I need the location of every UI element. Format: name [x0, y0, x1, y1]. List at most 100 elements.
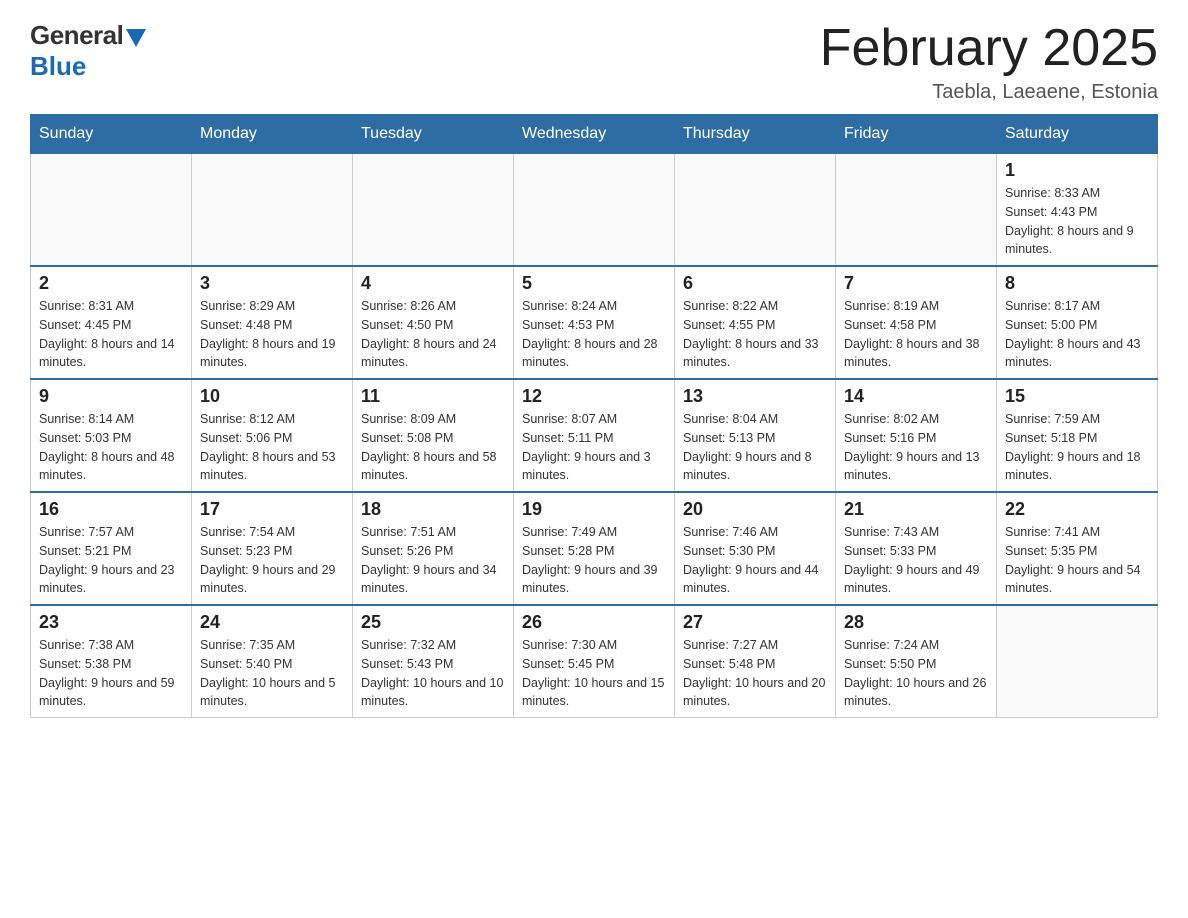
day-info: Sunrise: 7:38 AMSunset: 5:38 PMDaylight:…	[39, 636, 183, 711]
calendar-cell	[31, 154, 192, 267]
calendar-cell: 21 Sunrise: 7:43 AMSunset: 5:33 PMDayligh…	[836, 492, 997, 605]
calendar-cell: 22 Sunrise: 7:41 AMSunset: 5:35 PMDayligh…	[997, 492, 1158, 605]
weekday-header-saturday: Saturday	[997, 115, 1158, 154]
calendar-cell: 27Sunrise: 7:27 AMSunset: 5:48 PMDayligh…	[675, 605, 836, 718]
day-info: Sunrise: 8:09 AMSunset: 5:08 PMDaylight:…	[361, 410, 505, 485]
weekday-header-thursday: Thursday	[675, 115, 836, 154]
calendar-cell: 3Sunrise: 8:29 AMSunset: 4:48 PMDaylight…	[192, 266, 353, 379]
day-number: 6	[683, 273, 827, 294]
page-header: General Blue February 2025 Taebla, Laeae…	[30, 20, 1158, 104]
calendar-cell: 16 Sunrise: 7:57 AMSunset: 5:21 PMDayligh…	[31, 492, 192, 605]
calendar-cell: 15 Sunrise: 7:59 AMSunset: 5:18 PMDayligh…	[997, 379, 1158, 492]
day-number: 20	[683, 499, 827, 520]
calendar-cell: 7 Sunrise: 8:19 AMSunset: 4:58 PMDaylight…	[836, 266, 997, 379]
day-info: Sunrise: 8:12 AMSunset: 5:06 PMDaylight:…	[200, 410, 344, 485]
calendar-cell: 28 Sunrise: 7:24 AMSunset: 5:50 PMDayligh…	[836, 605, 997, 718]
logo-general-text: General	[30, 20, 123, 51]
day-info: Sunrise: 7:41 AMSunset: 5:35 PMDaylight:…	[1005, 523, 1149, 598]
day-number: 23	[39, 612, 183, 633]
calendar-cell: 6 Sunrise: 8:22 AMSunset: 4:55 PMDaylight…	[675, 266, 836, 379]
calendar-cell	[514, 154, 675, 267]
day-number: 4	[361, 273, 505, 294]
day-number: 11	[361, 386, 505, 407]
calendar-cell	[675, 154, 836, 267]
calendar-cell: 8 Sunrise: 8:17 AMSunset: 5:00 PMDaylight…	[997, 266, 1158, 379]
calendar-cell: 26 Sunrise: 7:30 AMSunset: 5:45 PMDayligh…	[514, 605, 675, 718]
day-number: 15	[1005, 386, 1149, 407]
calendar-cell: 13Sunrise: 8:04 AMSunset: 5:13 PMDayligh…	[675, 379, 836, 492]
title-section: February 2025 Taebla, Laeaene, Estonia	[820, 20, 1158, 104]
calendar-cell: 18Sunrise: 7:51 AMSunset: 5:26 PMDayligh…	[353, 492, 514, 605]
day-number: 2	[39, 273, 183, 294]
calendar-cell	[353, 154, 514, 267]
day-info: Sunrise: 7:46 AMSunset: 5:30 PMDaylight:…	[683, 523, 827, 598]
day-number: 13	[683, 386, 827, 407]
weekday-header-friday: Friday	[836, 115, 997, 154]
day-info: Sunrise: 8:22 AMSunset: 4:55 PMDaylight:…	[683, 297, 827, 372]
day-info: Sunrise: 8:31 AMSunset: 4:45 PMDaylight:…	[39, 297, 183, 372]
day-info: Sunrise: 8:02 AMSunset: 5:16 PMDaylight:…	[844, 410, 988, 485]
calendar-cell	[997, 605, 1158, 718]
day-info: Sunrise: 7:59 AMSunset: 5:18 PMDaylight:…	[1005, 410, 1149, 485]
calendar-week-row: 1 Sunrise: 8:33 AMSunset: 4:43 PMDaylight…	[31, 154, 1158, 267]
day-number: 17	[200, 499, 344, 520]
day-number: 16	[39, 499, 183, 520]
calendar-cell: 23 Sunrise: 7:38 AMSunset: 5:38 PMDayligh…	[31, 605, 192, 718]
day-info: Sunrise: 7:51 AMSunset: 5:26 PMDaylight:…	[361, 523, 505, 598]
calendar-cell: 20 Sunrise: 7:46 AMSunset: 5:30 PMDayligh…	[675, 492, 836, 605]
calendar-cell: 14Sunrise: 8:02 AMSunset: 5:16 PMDayligh…	[836, 379, 997, 492]
day-info: Sunrise: 8:24 AMSunset: 4:53 PMDaylight:…	[522, 297, 666, 372]
day-number: 21	[844, 499, 988, 520]
day-number: 8	[1005, 273, 1149, 294]
calendar-cell: 24 Sunrise: 7:35 AMSunset: 5:40 PMDayligh…	[192, 605, 353, 718]
day-info: Sunrise: 8:17 AMSunset: 5:00 PMDaylight:…	[1005, 297, 1149, 372]
day-info: Sunrise: 7:24 AMSunset: 5:50 PMDaylight:…	[844, 636, 988, 711]
day-info: Sunrise: 8:07 AMSunset: 5:11 PMDaylight:…	[522, 410, 666, 485]
calendar-cell	[836, 154, 997, 267]
calendar-header-row: SundayMondayTuesdayWednesdayThursdayFrid…	[31, 115, 1158, 154]
calendar-cell: 25Sunrise: 7:32 AMSunset: 5:43 PMDayligh…	[353, 605, 514, 718]
calendar-cell: 17 Sunrise: 7:54 AMSunset: 5:23 PMDayligh…	[192, 492, 353, 605]
day-number: 1	[1005, 160, 1149, 181]
day-info: Sunrise: 7:49 AMSunset: 5:28 PMDaylight:…	[522, 523, 666, 598]
weekday-header-monday: Monday	[192, 115, 353, 154]
logo: General Blue	[30, 20, 146, 82]
calendar-cell: 12 Sunrise: 8:07 AMSunset: 5:11 PMDayligh…	[514, 379, 675, 492]
logo-triangle-icon	[126, 29, 146, 47]
day-info: Sunrise: 8:26 AMSunset: 4:50 PMDaylight:…	[361, 297, 505, 372]
day-number: 28	[844, 612, 988, 633]
day-number: 24	[200, 612, 344, 633]
month-title: February 2025	[820, 20, 1158, 77]
day-info: Sunrise: 7:57 AMSunset: 5:21 PMDaylight:…	[39, 523, 183, 598]
calendar-cell: 10 Sunrise: 8:12 AMSunset: 5:06 PMDayligh…	[192, 379, 353, 492]
calendar-week-row: 9 Sunrise: 8:14 AMSunset: 5:03 PMDaylight…	[31, 379, 1158, 492]
day-number: 12	[522, 386, 666, 407]
logo-blue-text: Blue	[30, 51, 86, 82]
day-number: 22	[1005, 499, 1149, 520]
calendar-cell: 19Sunrise: 7:49 AMSunset: 5:28 PMDayligh…	[514, 492, 675, 605]
day-info: Sunrise: 8:33 AMSunset: 4:43 PMDaylight:…	[1005, 184, 1149, 259]
calendar-cell: 1 Sunrise: 8:33 AMSunset: 4:43 PMDaylight…	[997, 154, 1158, 267]
day-number: 10	[200, 386, 344, 407]
calendar-week-row: 2 Sunrise: 8:31 AMSunset: 4:45 PMDaylight…	[31, 266, 1158, 379]
day-info: Sunrise: 7:43 AMSunset: 5:33 PMDaylight:…	[844, 523, 988, 598]
calendar-cell: 9 Sunrise: 8:14 AMSunset: 5:03 PMDaylight…	[31, 379, 192, 492]
day-number: 9	[39, 386, 183, 407]
day-number: 25	[361, 612, 505, 633]
day-number: 3	[200, 273, 344, 294]
location-title: Taebla, Laeaene, Estonia	[820, 81, 1158, 104]
day-info: Sunrise: 8:14 AMSunset: 5:03 PMDaylight:…	[39, 410, 183, 485]
calendar-table: SundayMondayTuesdayWednesdayThursdayFrid…	[30, 114, 1158, 718]
day-info: Sunrise: 8:19 AMSunset: 4:58 PMDaylight:…	[844, 297, 988, 372]
calendar-cell: 4 Sunrise: 8:26 AMSunset: 4:50 PMDaylight…	[353, 266, 514, 379]
calendar-week-row: 16 Sunrise: 7:57 AMSunset: 5:21 PMDayligh…	[31, 492, 1158, 605]
day-number: 7	[844, 273, 988, 294]
day-info: Sunrise: 7:35 AMSunset: 5:40 PMDaylight:…	[200, 636, 344, 711]
day-info: Sunrise: 7:54 AMSunset: 5:23 PMDaylight:…	[200, 523, 344, 598]
day-info: Sunrise: 7:30 AMSunset: 5:45 PMDaylight:…	[522, 636, 666, 711]
calendar-cell: 5 Sunrise: 8:24 AMSunset: 4:53 PMDaylight…	[514, 266, 675, 379]
calendar-cell: 11 Sunrise: 8:09 AMSunset: 5:08 PMDayligh…	[353, 379, 514, 492]
day-number: 5	[522, 273, 666, 294]
day-number: 26	[522, 612, 666, 633]
day-info: Sunrise: 7:27 AMSunset: 5:48 PMDaylight:…	[683, 636, 827, 711]
